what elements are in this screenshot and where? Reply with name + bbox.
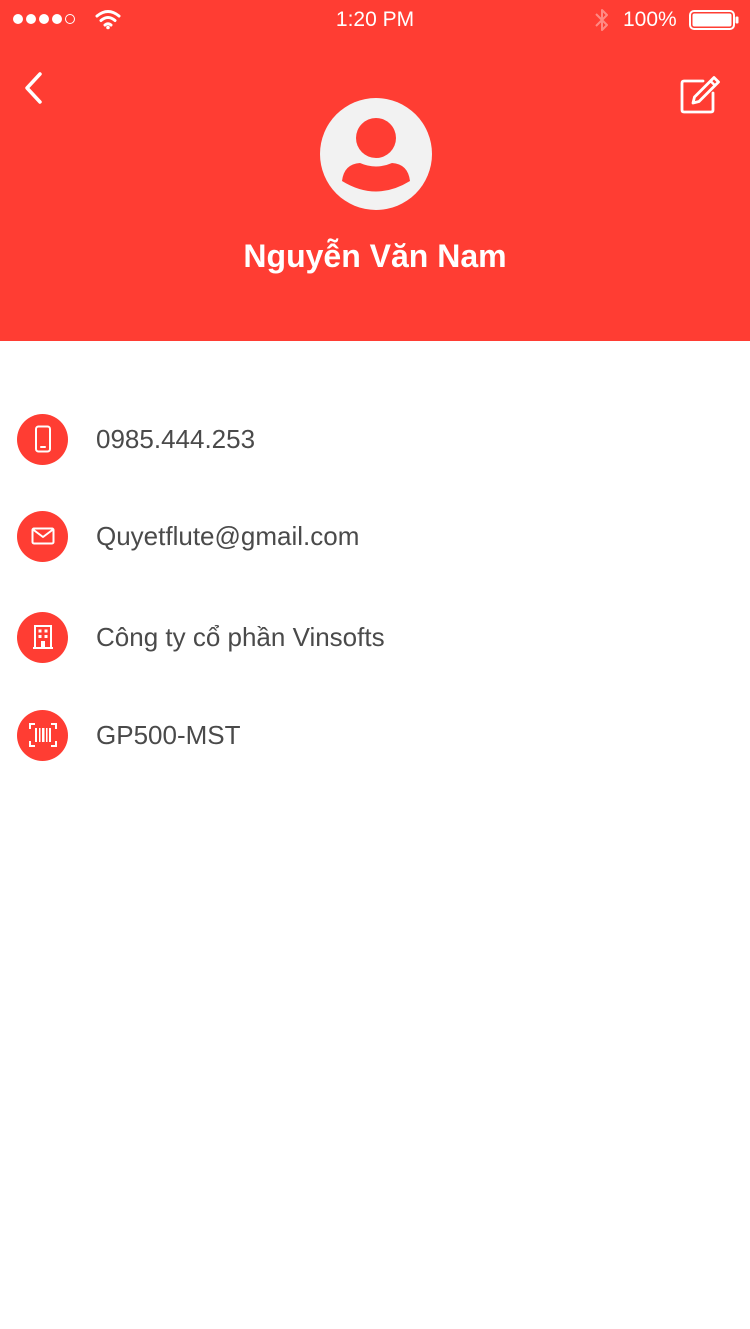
battery-icon: [689, 10, 739, 30]
profile-screen: 1:20 PM 100% Nguyễn Văn Nam 0985.444.253…: [0, 0, 750, 1329]
license-code: GP500-MST: [96, 719, 241, 750]
chevron-left-icon: [25, 72, 42, 104]
profile-name: Nguyễn Văn Nam: [243, 238, 507, 274]
back-button[interactable]: [14, 66, 54, 110]
phone-row[interactable]: 0985.444.253: [0, 409, 750, 469]
edit-icon: [680, 76, 720, 114]
edit-profile-button[interactable]: [676, 72, 724, 118]
email-address[interactable]: Quyetflute@gmail.com: [96, 521, 359, 552]
battery-percentage: 100%: [623, 8, 677, 31]
profile-header: 1:20 PM 100% Nguyễn Văn Nam: [0, 0, 750, 341]
mail-icon-badge: [17, 510, 68, 562]
bluetooth-icon: [595, 9, 608, 31]
barcode-icon: [28, 723, 57, 747]
user-icon: [342, 118, 410, 192]
avatar[interactable]: [320, 98, 432, 210]
company-name: Công ty cổ phần Vinsofts: [96, 621, 385, 652]
barcode-icon-badge: [17, 709, 68, 761]
mail-icon: [31, 527, 54, 545]
phone-icon: [34, 425, 51, 453]
status-bar: 1:20 PM 100%: [0, 0, 750, 40]
phone-number[interactable]: 0985.444.253: [96, 424, 255, 455]
license-row: GP500-MST: [0, 705, 750, 765]
email-row[interactable]: Quyetflute@gmail.com: [0, 506, 750, 566]
company-row: Công ty cổ phần Vinsofts: [0, 607, 750, 667]
phone-icon-badge: [17, 413, 68, 465]
building-icon-badge: [17, 611, 68, 663]
building-icon: [32, 625, 53, 649]
